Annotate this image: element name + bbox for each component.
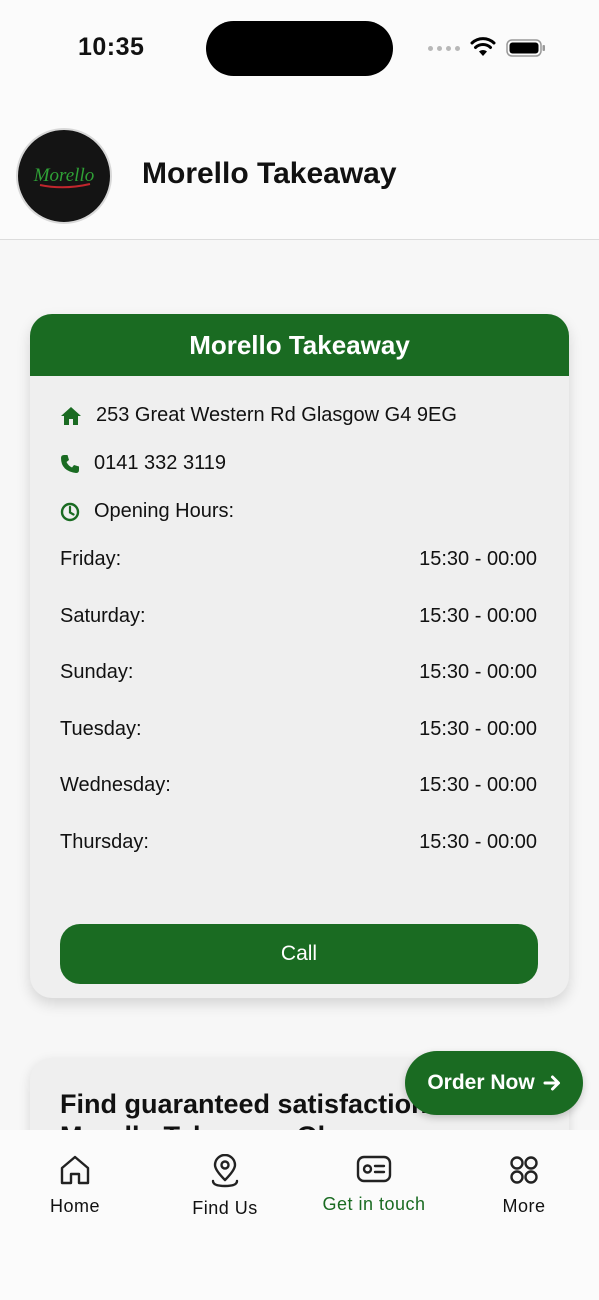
card-title: Morello Takeaway	[30, 314, 569, 376]
info-card: Morello Takeaway 253 Great Western Rd Gl…	[30, 314, 569, 998]
order-now-label: Order Now	[427, 1071, 535, 1094]
hours-day: Saturday:	[60, 605, 146, 627]
opening-hours-label: Opening Hours:	[94, 500, 235, 522]
dynamic-island	[206, 21, 393, 76]
hours-day: Friday:	[60, 548, 122, 570]
status-icons	[428, 36, 548, 60]
phone-row[interactable]: 0141 332 3119	[60, 452, 226, 475]
hours-day: Sunday:	[60, 661, 134, 683]
app-header: Morello Morello Takeaway	[0, 100, 599, 240]
nav-item-find-us[interactable]: Find Us	[155, 1154, 295, 1219]
page-title: Morello Takeaway	[142, 157, 397, 190]
hours-row: Thursday: 15:30 - 00:00	[60, 831, 537, 854]
phone-icon	[61, 454, 79, 473]
hours-time: 15:30 - 00:00	[419, 605, 537, 627]
hours-row: Tuesday: 15:30 - 00:00	[60, 718, 537, 741]
nav-item-get-in-touch[interactable]: Get in touch	[304, 1154, 444, 1215]
call-button[interactable]: Call	[60, 924, 538, 984]
arrow-right-icon	[543, 1075, 560, 1091]
home-icon	[61, 406, 81, 425]
bottom-nav: Home Find Us Get in touch More	[0, 1130, 599, 1300]
svg-text:Morello: Morello	[33, 165, 95, 186]
nav-item-home[interactable]: Home	[5, 1154, 145, 1217]
home-icon	[60, 1155, 90, 1185]
hours-time: 15:30 - 00:00	[419, 548, 537, 570]
clock-icon	[60, 502, 80, 521]
hours-row: Sunday: 15:30 - 00:00	[60, 661, 537, 684]
grid-icon	[510, 1156, 538, 1184]
hours-time: 15:30 - 00:00	[419, 718, 537, 740]
hours-time: 15:30 - 00:00	[419, 661, 537, 683]
hours-day: Tuesday:	[60, 718, 142, 740]
phone-text: 0141 332 3119	[94, 452, 226, 474]
hours-time: 15:30 - 00:00	[419, 774, 537, 796]
nav-label: More	[502, 1196, 546, 1216]
hours-day: Thursday:	[60, 831, 149, 853]
hours-row: Friday: 15:30 - 00:00	[60, 548, 537, 571]
nav-label: Home	[49, 1196, 100, 1216]
hours-day: Wednesday:	[60, 774, 171, 796]
hours-row: Wednesday: 15:30 - 00:00	[60, 774, 537, 797]
restaurant-logo[interactable]: Morello	[16, 128, 112, 224]
contact-card-icon	[356, 1155, 392, 1183]
order-now-button[interactable]: Order Now	[405, 1051, 583, 1115]
address-row: 253 Great Western Rd Glasgow G4 9EG	[60, 404, 457, 427]
nav-label: Get in touch	[322, 1194, 426, 1214]
cellular-signal-icon	[428, 46, 460, 51]
battery-icon	[506, 39, 545, 57]
status-time: 10:35	[78, 33, 145, 61]
hours-time: 15:30 - 00:00	[419, 831, 537, 853]
logo-mark: Morello	[33, 165, 95, 189]
nav-label: Find Us	[192, 1198, 258, 1218]
hours-row: Saturday: 15:30 - 00:00	[60, 605, 537, 628]
nav-item-more[interactable]: More	[454, 1154, 594, 1217]
location-icon	[211, 1154, 239, 1188]
opening-hours-row: Opening Hours:	[60, 500, 234, 523]
address-text: 253 Great Western Rd Glasgow G4 9EG	[96, 404, 457, 426]
status-bar: 10:35	[0, 0, 599, 100]
wifi-icon	[470, 37, 496, 56]
